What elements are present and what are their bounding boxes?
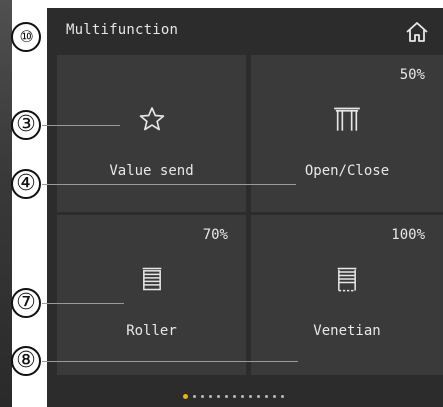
tile-open-close[interactable]: 50% Open/Close — [251, 55, 443, 212]
callout-4: ④ — [11, 169, 41, 199]
tile-percent: 70% — [202, 227, 228, 243]
page-dot[interactable] — [241, 394, 244, 398]
callout-8: ⑧ — [11, 346, 41, 376]
callout-leader-3 — [42, 125, 120, 126]
callout-leader-7 — [42, 303, 124, 304]
tile-label: Roller — [126, 323, 177, 339]
panel-header: Multifunction — [47, 8, 443, 56]
page-dot[interactable] — [217, 394, 220, 398]
page-dot[interactable] — [225, 394, 228, 398]
roller-shutter-icon — [142, 267, 161, 291]
callout-7: ⑦ — [11, 288, 41, 318]
tile-percent: 100% — [391, 227, 425, 243]
callout-3: ③ — [11, 110, 41, 140]
tile-label: Value send — [109, 163, 194, 179]
page-dot[interactable] — [265, 394, 268, 398]
callout-leader-8 — [42, 361, 298, 362]
tile-venetian[interactable]: 100% Venetian — [251, 215, 443, 375]
page-dot[interactable] — [201, 394, 204, 398]
tile-label: Venetian — [313, 323, 381, 339]
page-dot[interactable] — [233, 394, 236, 398]
tile-roller[interactable]: 70% Roller — [57, 215, 246, 375]
page-dot[interactable] — [249, 394, 252, 398]
page-dot[interactable] — [209, 394, 212, 398]
page-indicator[interactable] — [47, 386, 443, 407]
page-title: Multifunction — [66, 22, 179, 38]
page-dot-active[interactable] — [183, 393, 188, 399]
callout-leader-4 — [42, 184, 296, 185]
page-dot[interactable] — [273, 394, 276, 398]
venetian-blind-icon — [337, 267, 357, 292]
star-icon — [139, 107, 164, 131]
curtain-icon — [334, 107, 360, 131]
home-icon[interactable] — [405, 20, 429, 44]
tile-percent: 50% — [399, 67, 425, 83]
page-dot[interactable] — [281, 394, 284, 398]
multifunction-panel: Multifunction Value send 50% Open/Close … — [47, 8, 443, 407]
page-dot[interactable] — [193, 394, 196, 398]
callout-10: ⑩ — [11, 22, 41, 52]
tile-label: Open/Close — [304, 163, 390, 179]
left-edge-strip — [0, 0, 12, 407]
page-dot[interactable] — [257, 394, 260, 398]
tile-value-send[interactable]: Value send — [57, 55, 246, 212]
